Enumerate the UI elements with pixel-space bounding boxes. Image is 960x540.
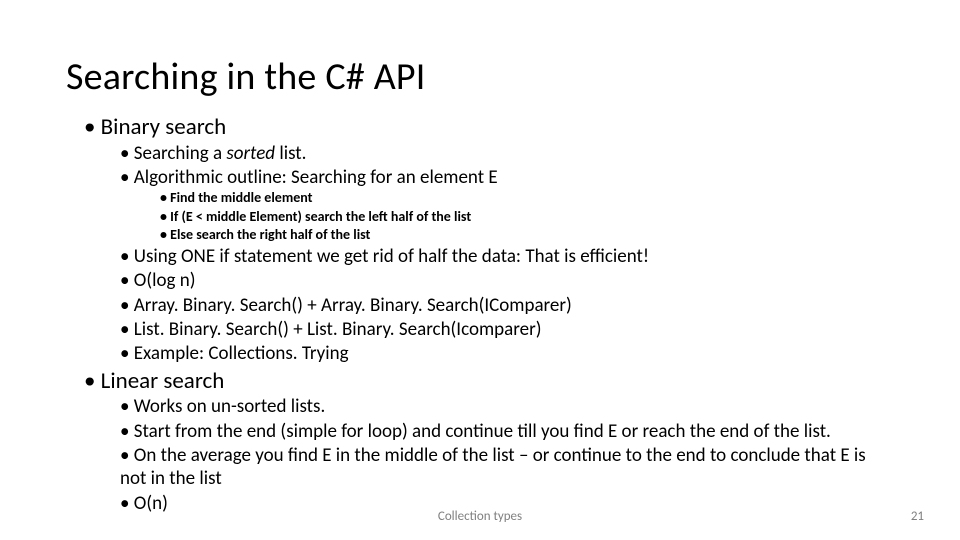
binary-heading: Binary search Searching a sorted list. A…	[84, 114, 894, 366]
slide-title: Searching in the C# API	[66, 54, 894, 100]
linear-avg: On the average you find E in the middle …	[120, 444, 894, 491]
linear-heading-text: Linear search	[101, 367, 225, 395]
binary-heading-text: Binary search	[101, 113, 227, 141]
bullet-list: Binary search Searching a sorted list. A…	[66, 114, 894, 515]
page-number: 21	[911, 509, 924, 524]
binary-example: Example: Collections. Trying	[120, 342, 894, 365]
binary-array: Array. Binary. Search() + Array. Binary.…	[120, 294, 894, 317]
binary-sorted: Searching a sorted list.	[120, 142, 894, 165]
binary-sorted-pre: Searching a	[134, 142, 227, 165]
slide: Searching in the C# API Binary search Se…	[0, 0, 960, 540]
binary-bigO: O(log n)	[120, 269, 894, 292]
linear-unsorted: Works on un-sorted lists.	[120, 395, 894, 418]
linear-start: Start from the end (simple for loop) and…	[120, 420, 894, 443]
binary-sublist: Searching a sorted list. Algorithmic out…	[100, 142, 894, 366]
binary-sorted-post: list.	[275, 142, 306, 165]
linear-heading: Linear search Works on un-sorted lists. …	[84, 368, 894, 515]
footer-center: Collection types	[0, 509, 960, 524]
binary-outline-text: Algorithmic outline: Searching for an el…	[134, 166, 498, 189]
binary-one-if: Using ONE if statement we get rid of hal…	[120, 245, 894, 268]
step-find-middle: Find the middle element	[160, 189, 894, 207]
binary-list: List. Binary. Search() + List. Binary. S…	[120, 318, 894, 341]
binary-sorted-em: sorted	[226, 142, 275, 165]
binary-outline: Algorithmic outline: Searching for an el…	[120, 166, 894, 244]
binary-steps: Find the middle element If (E < middle E…	[136, 189, 894, 244]
linear-sublist: Works on un-sorted lists. Start from the…	[100, 395, 894, 515]
step-search-right: Else search the right half of the list	[160, 226, 894, 244]
step-search-left: If (E < middle Element) search the left …	[160, 208, 894, 226]
